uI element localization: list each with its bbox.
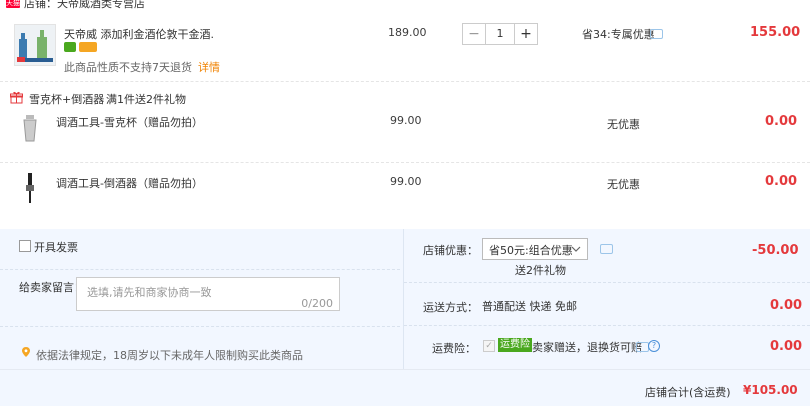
gift-row: 调酒工具-雪克杯（赠品勿拍） 99.00 无优惠 0.00	[0, 106, 810, 163]
insurance-text: 卖家赠送，退换货可赔	[532, 341, 642, 354]
location-pin-icon	[22, 347, 30, 357]
shop-discount-amount: -50.00	[752, 243, 799, 258]
gift-name[interactable]: 调酒工具-雪克杯（赠品勿拍）	[56, 114, 203, 130]
gift-subtotal: 0.00	[765, 174, 798, 189]
shop-header: 天猫 店铺：天帝威酒类专营店	[0, 0, 810, 14]
invoice-checkbox[interactable]	[19, 240, 31, 252]
discount-text: 省34:专属优惠	[582, 28, 655, 41]
gift-name[interactable]: 调酒工具-倒酒器（赠品勿拍）	[56, 175, 203, 191]
unit-price: 189.00	[388, 26, 427, 39]
main-item-row: 天帝威 添加利金酒伦敦干金酒.. 此商品性质不支持7天退货 详情 189.00 −…	[0, 14, 810, 82]
chat-bubble-icon[interactable]	[636, 342, 649, 352]
gift-discount: 无优惠	[607, 178, 640, 191]
insurance-checkbox[interactable]: ✓	[483, 340, 495, 352]
shipping-label: 运送方式：	[423, 301, 478, 314]
promo-rule: 满1件送2件礼物	[106, 93, 186, 106]
legal-notice: 依据法律规定，18周岁以下未成年人限制购买此类商品	[36, 349, 303, 362]
shop-discount-selected: 省50元:组合优惠	[489, 244, 573, 257]
total-label: 店铺合计(含运费)	[645, 386, 731, 399]
divider	[0, 326, 400, 328]
message-counter: 0/200	[301, 297, 333, 310]
insurance-amount: 0.00	[770, 339, 803, 354]
chat-bubble-icon[interactable]	[600, 244, 613, 254]
credit-card-icon	[79, 42, 97, 52]
shipping-method[interactable]: 普通配送 快递 免邮	[482, 298, 577, 314]
detail-link[interactable]: 详情	[198, 61, 220, 74]
tmall-guarantee-icon	[64, 42, 76, 52]
shipping-amount: 0.00	[770, 298, 803, 313]
decrement-button[interactable]: −	[463, 24, 485, 44]
chat-bubble-icon[interactable]	[650, 29, 663, 39]
insurance-label: 运费险：	[432, 342, 476, 355]
chevron-down-icon	[571, 243, 581, 256]
invoice-label[interactable]: 开具发票	[34, 239, 78, 255]
shop-total-bar: 店铺合计(含运费) ¥105.00	[0, 369, 810, 406]
gift-subtotal: 0.00	[765, 114, 798, 129]
quantity-input[interactable]: 1	[485, 24, 515, 44]
gift-price: 99.00	[390, 114, 422, 127]
divider	[404, 325, 810, 327]
total-amount: ¥105.00	[743, 383, 798, 397]
increment-button[interactable]: +	[515, 24, 537, 44]
tmall-badge: 天猫	[6, 0, 20, 8]
return-notice: 此商品性质不支持7天退货 详情	[64, 61, 220, 74]
shop-discount-select[interactable]: 省50元:组合优惠	[482, 238, 588, 260]
pourer-thumbnail[interactable]	[14, 171, 46, 205]
gift-price: 99.00	[390, 175, 422, 188]
gift-discount: 无优惠	[607, 118, 640, 131]
product-thumbnail[interactable]	[14, 24, 56, 66]
divider	[404, 282, 810, 284]
shop-discount-note: 送2件礼物	[515, 264, 566, 277]
gift-icon	[10, 91, 23, 104]
promo-label: 雪克杯+倒酒器	[29, 93, 105, 106]
product-title[interactable]: 天帝威 添加利金酒伦敦干金酒..	[64, 26, 214, 42]
quantity-stepper[interactable]: − 1 +	[462, 23, 538, 45]
message-input[interactable]: 选填,请先和商家协商一致 0/200	[76, 277, 340, 311]
message-placeholder: 选填,请先和商家协商一致	[87, 286, 212, 299]
shop-name[interactable]: 店铺：天帝威酒类专营店	[24, 0, 145, 11]
insurance-badge: 运费险	[498, 338, 532, 352]
gift-row: 调酒工具-倒酒器（赠品勿拍） 99.00 无优惠 0.00	[0, 163, 810, 229]
item-subtotal: 155.00	[750, 25, 801, 40]
shaker-thumbnail[interactable]	[14, 111, 46, 145]
divider	[0, 269, 400, 271]
shop-discount-label: 店铺优惠：	[423, 244, 478, 257]
column-divider	[403, 229, 404, 369]
help-icon[interactable]: ?	[648, 340, 660, 352]
